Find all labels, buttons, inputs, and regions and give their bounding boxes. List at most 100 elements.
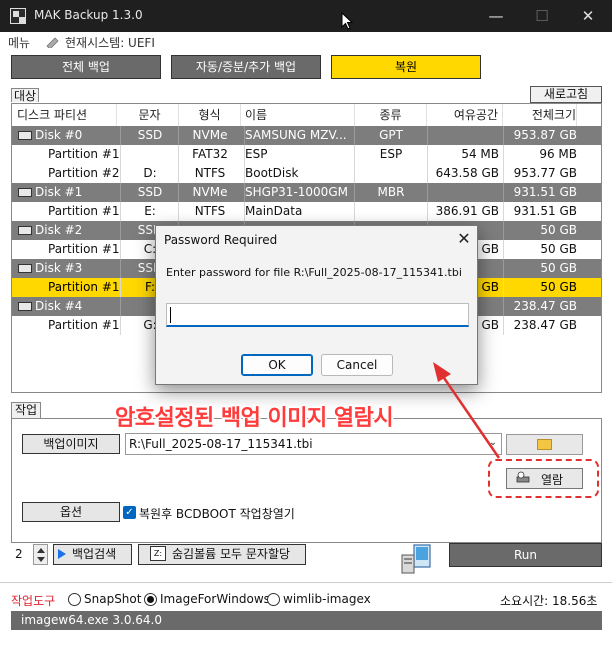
spin-down-icon[interactable] <box>37 557 45 562</box>
table-cell: NTFS <box>194 166 226 180</box>
cancel-button[interactable]: Cancel <box>321 354 393 376</box>
table-cell: MainData <box>245 204 303 218</box>
column-header[interactable]: 디스크 파티션 <box>17 104 117 126</box>
table-cell: NVMe <box>192 128 228 142</box>
close-button[interactable]: ✕ <box>565 0 611 32</box>
mouse-cursor-icon <box>341 12 353 30</box>
partition-row[interactable]: Partition #1 E: NTFS MainData 386.91 GB 931.5… <box>12 202 601 221</box>
refresh-button[interactable]: 새로고침 <box>530 86 602 103</box>
disk-drive-icon <box>18 131 32 140</box>
target-section-label: 대상 <box>11 88 40 103</box>
column-header[interactable]: 이름 <box>245 104 355 126</box>
restore-button[interactable]: 복원 <box>331 55 481 79</box>
table-cell: MBR <box>377 185 405 199</box>
tools-label: 작업도구 <box>11 594 56 608</box>
bcdboot-label: 복원후 BCDBOOT 작업창열기 <box>139 507 295 521</box>
column-header[interactable]: 형식 <box>179 104 241 126</box>
play-icon <box>58 549 66 559</box>
status-bar: imagew64.exe 3.0.64.0 <box>11 611 602 630</box>
table-cell: Partition #2 <box>48 166 120 180</box>
table-cell: BootDisk <box>245 166 299 180</box>
spin-stepper[interactable] <box>33 544 48 565</box>
menu-bar: 메뉴 현재시스템: UEFI <box>0 32 612 52</box>
image-path-combo[interactable]: R:\Full_2025-08-17_115341.tbi <box>125 433 502 455</box>
radio-wimlib[interactable] <box>267 593 280 606</box>
table-cell: 643.58 GB <box>435 166 499 180</box>
disk-row[interactable]: Disk #1 SSD NVMe SHGP31-1000GM MBR 931.51 GB <box>12 183 601 202</box>
table-cell: Partition #1 <box>48 204 120 218</box>
app-icon <box>10 8 26 24</box>
options-button[interactable]: 옵션 <box>22 502 120 522</box>
dialog-prompt: Enter password for file R:\Full_2025-08-… <box>166 266 462 279</box>
text-caret <box>170 307 171 323</box>
table-cell: 50 GB <box>540 223 577 237</box>
column-header[interactable]: 여유공간 <box>428 104 503 126</box>
column-header[interactable]: 문자 <box>121 104 179 126</box>
search-depth-value[interactable]: 2 <box>11 544 33 565</box>
table-cell: SSD <box>137 128 163 142</box>
radio-imageforwindows[interactable] <box>144 593 157 606</box>
full-backup-button[interactable]: 전체 백업 <box>11 55 161 79</box>
password-input[interactable] <box>166 303 469 327</box>
table-cell: 54 MB <box>461 147 499 161</box>
partition-row[interactable]: Partition #2 D: NTFS BootDisk 643.58 GB 953.7… <box>12 164 601 183</box>
table-cell: 931.51 GB <box>513 185 577 199</box>
table-cell: SAMSUNG MZV... <box>245 128 347 142</box>
system-label: 현재시스템: UEFI <box>65 36 155 50</box>
computer-icon <box>401 544 431 574</box>
disk-drive-icon <box>18 264 32 273</box>
spin-up-icon[interactable] <box>37 548 45 553</box>
table-cell: SSD <box>137 185 163 199</box>
disk-row[interactable]: Disk #0 SSD NVMe SAMSUNG MZV... GPT 953.87 GB <box>12 126 601 145</box>
table-cell: SHGP31-1000GM <box>245 185 348 199</box>
table-cell: 96 MB <box>539 147 577 161</box>
window-title: MAK Backup 1.3.0 <box>34 8 143 22</box>
ok-button[interactable]: OK <box>241 354 313 376</box>
backup-image-button[interactable]: 백업이미지 <box>22 434 120 454</box>
table-cell: FAT32 <box>192 147 228 161</box>
table-cell: 931.51 GB <box>513 204 577 218</box>
title-bar[interactable]: MAK Backup 1.3.0 — ☐ ✕ <box>0 0 612 32</box>
disk-drive-icon <box>18 188 32 197</box>
radio-label: wimlib-imagex <box>283 592 371 606</box>
table-cell: Partition #1 <box>48 147 120 161</box>
table-cell: ESP <box>379 147 403 161</box>
run-button[interactable]: Run <box>449 543 602 567</box>
bcdboot-checkbox[interactable]: ✓ <box>123 506 136 519</box>
pencil-icon <box>46 37 59 48</box>
separator <box>0 582 612 583</box>
drive-letter-icon: Z: <box>150 546 166 561</box>
annotation-highlight-box <box>488 459 599 498</box>
radio-label: SnapShot <box>84 592 142 606</box>
dialog-close-icon[interactable]: ✕ <box>454 228 474 250</box>
radio-snapshot[interactable] <box>68 593 81 606</box>
table-cell: ESP <box>245 147 268 161</box>
menu-item[interactable]: 메뉴 <box>8 34 30 51</box>
maximize-button: ☐ <box>535 7 549 25</box>
column-header[interactable]: 종류 <box>355 104 427 126</box>
disk-drive-icon <box>18 226 32 235</box>
minimize-button[interactable]: — <box>473 0 519 32</box>
table-cell: 386.91 GB <box>435 204 499 218</box>
password-dialog[interactable]: Password Required ✕ Enter password for f… <box>155 225 478 385</box>
table-cell: 50 GB <box>540 261 577 275</box>
annotation-text: 암호설정된 백업 이미지 열람시 <box>115 406 394 431</box>
auto-backup-button[interactable]: 자동/증분/추가 백업 <box>171 55 321 79</box>
table-cell: NTFS <box>194 204 226 218</box>
table-cell: Partition #1 <box>48 318 120 332</box>
chevron-down-icon[interactable]: ⌄ <box>486 436 500 450</box>
table-cell: 953.87 GB <box>513 128 577 142</box>
folder-icon <box>537 439 552 450</box>
table-cell: 953.77 GB <box>513 166 577 180</box>
disk-drive-icon <box>18 302 32 311</box>
table-cell: GPT <box>379 128 403 142</box>
elapsed-time: 소요시간: 18.56초 <box>500 594 598 608</box>
column-header[interactable]: 전체크기 <box>504 104 577 126</box>
partition-row[interactable]: Partition #1 FAT32 ESP ESP 54 MB 96 MB <box>12 145 601 164</box>
table-cell: E: <box>144 204 156 218</box>
table-cell: Partition #1 <box>48 280 120 294</box>
table-cell: 238.47 GB <box>513 299 577 313</box>
work-section-label: 작업 <box>11 402 42 418</box>
table-cell: 50 GB <box>540 242 577 256</box>
table-cell: Partition #1 <box>48 242 120 256</box>
